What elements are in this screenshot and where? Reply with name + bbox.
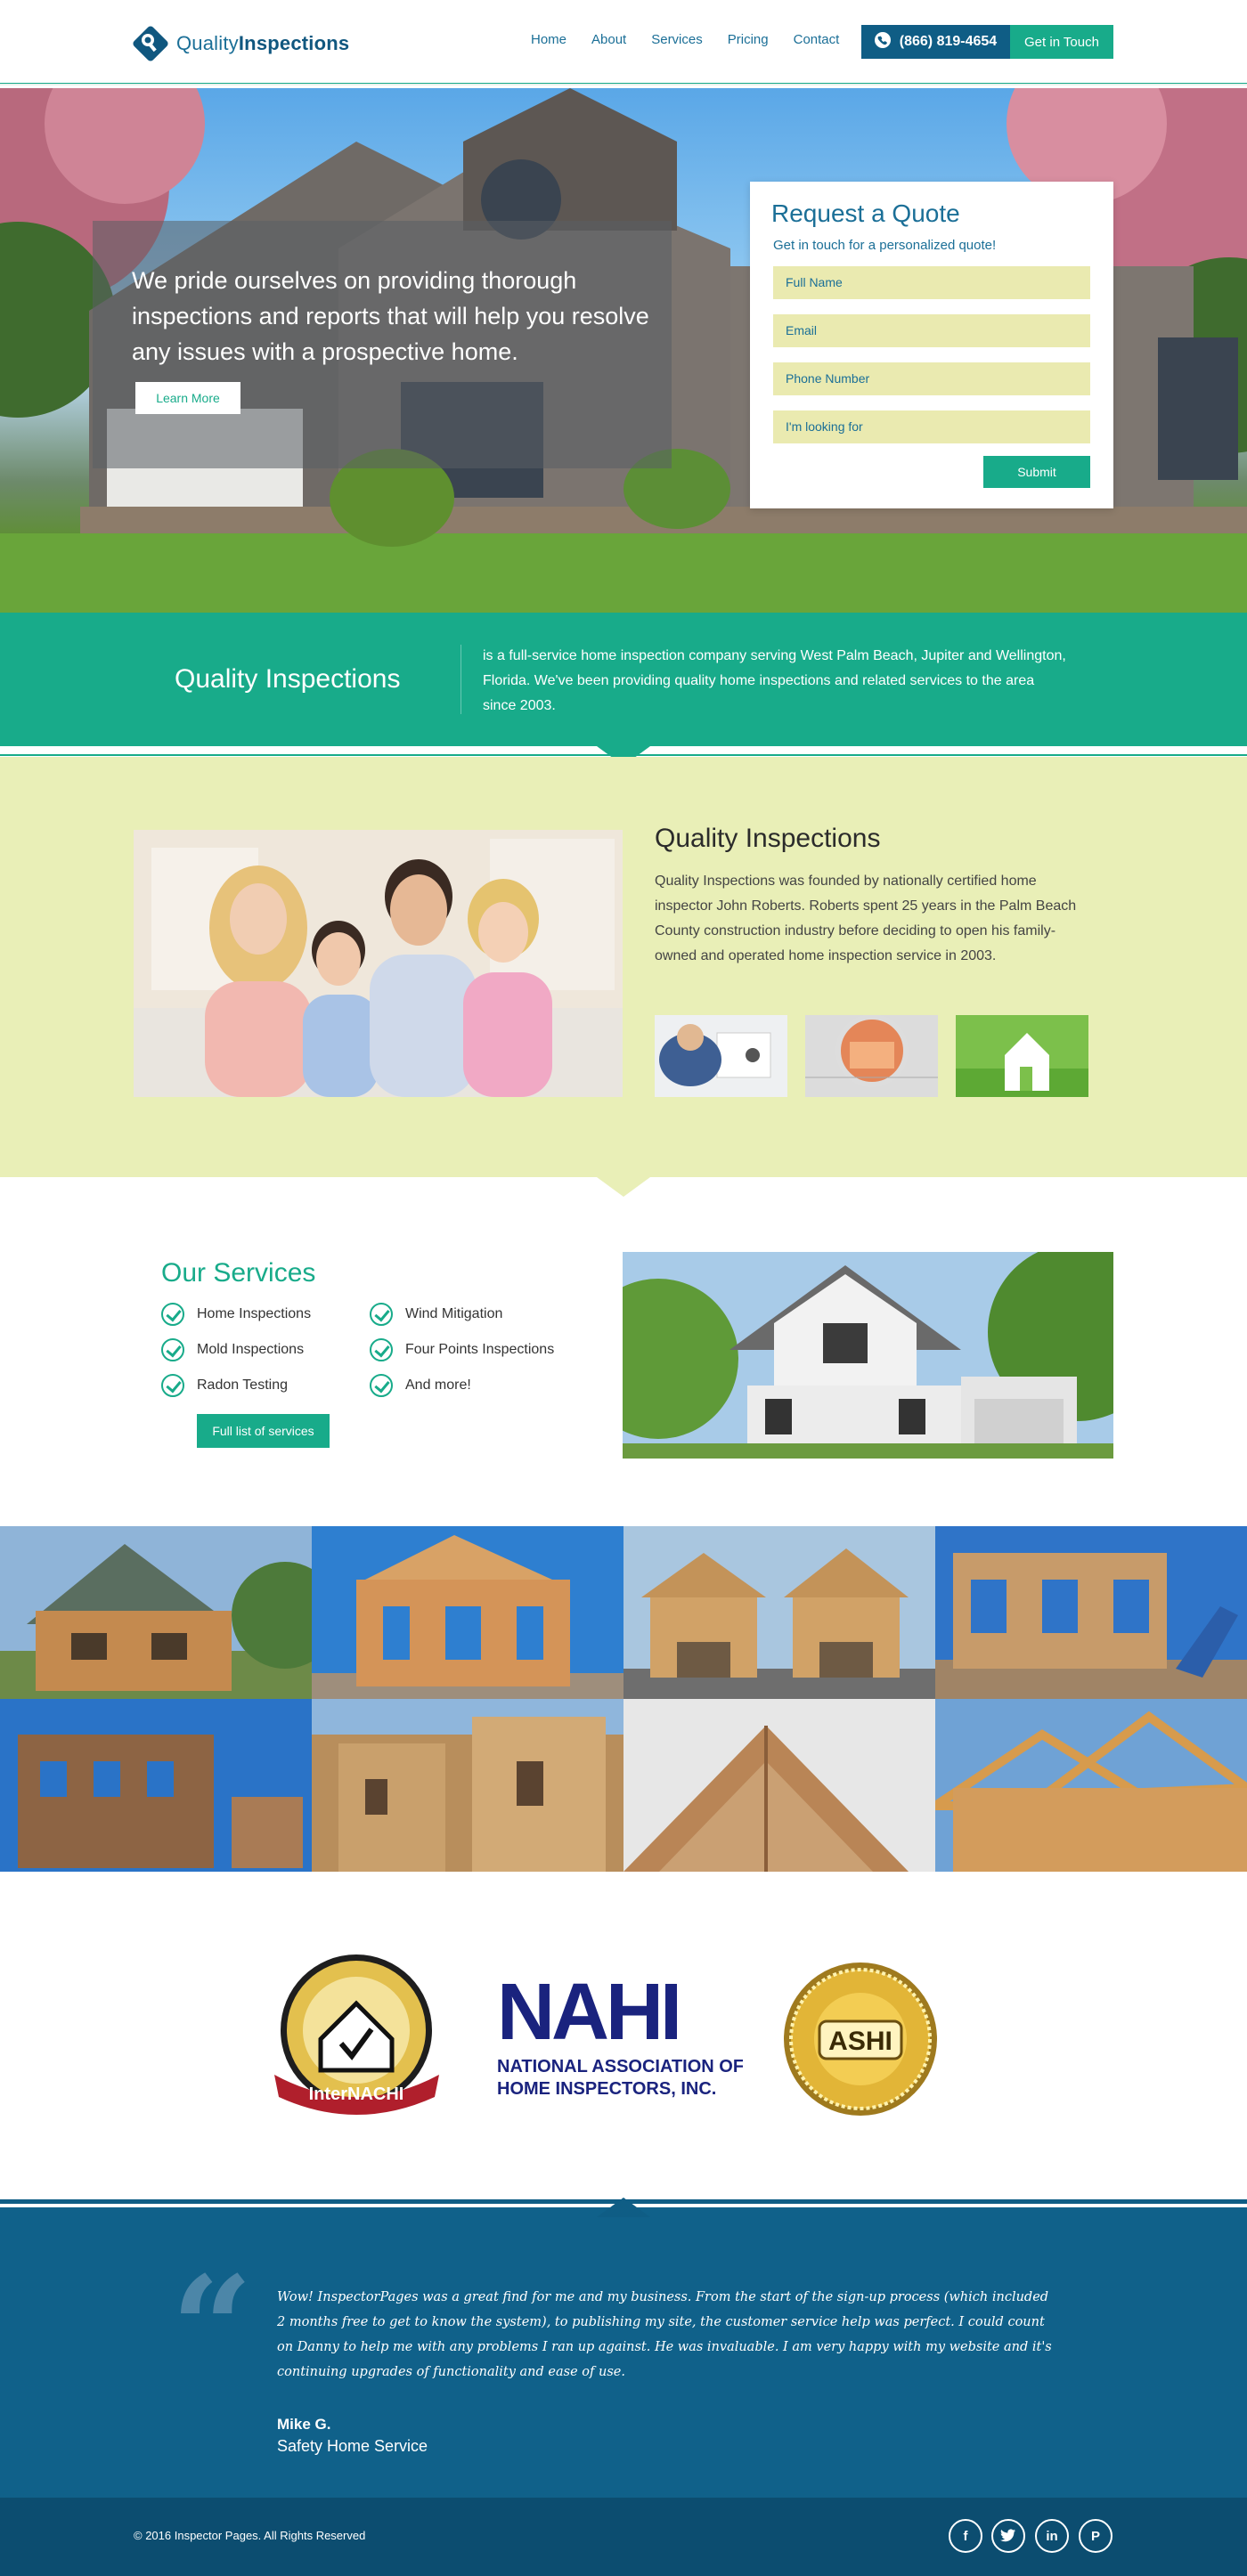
learn-more-button[interactable]: Learn More [135,382,240,414]
nav-pricing[interactable]: Pricing [728,32,769,47]
nav-services[interactable]: Services [651,32,703,47]
ashi-badge: ASHI [782,1961,939,2117]
services-house-photo [623,1252,1113,1459]
facebook-icon[interactable]: f [949,2519,982,2553]
intro-band: Quality Inspections is a full-service ho… [0,613,1247,746]
gallery-photo [624,1526,935,1699]
phone-icon [874,31,891,53]
paper-house-photo [956,1015,1088,1097]
about-notch [597,1177,650,1197]
hero-headline: We pride ourselves on providing thorough… [132,267,649,365]
get-in-touch-button[interactable]: Get in Touch [1010,25,1113,59]
intro-company-name: Quality Inspections [175,664,401,694]
testimonial-company: Safety Home Service [277,2437,428,2455]
about-body: Quality Inspections was founded by natio… [655,874,1077,963]
main-nav: Home About Services Pricing Contact [531,32,864,47]
nav-contact[interactable]: Contact [794,32,840,47]
hero-section: We pride ourselves on providing thorough… [0,88,1247,613]
family-photo [134,830,623,1097]
intro-divider [460,645,461,714]
check-icon [370,1374,393,1397]
phone-field[interactable]: Phone Number [773,362,1090,395]
service-item: Mold Inspections [161,1338,304,1361]
service-item: Radon Testing [161,1374,288,1397]
internachi-badge: InterNACHI [265,1954,448,2118]
twitter-icon[interactable] [991,2519,1025,2553]
gallery-photo [312,1526,624,1699]
logo-mark-icon [132,25,169,62]
gallery-photo [312,1699,624,1872]
inspector-photo [655,1015,787,1097]
service-item: Four Points Inspections [370,1338,554,1361]
magnifier-photo [805,1015,938,1097]
logo-text: QualityInspections [176,32,350,54]
site-header: QualityInspections Home About Services P… [0,0,1247,85]
testimonial-author: Mike G. [277,2416,331,2433]
nahi-line-1: NATIONAL ASSOCIATION OF [497,2057,743,2076]
service-item: Wind Mitigation [370,1303,502,1326]
quote-mark-icon: “ [171,2245,254,2412]
gallery-photo [624,1699,935,1872]
check-icon [161,1338,184,1361]
check-icon [161,1303,184,1326]
about-title: Quality Inspections [655,824,881,853]
phone-button[interactable]: (866) 819-4654 [861,25,1010,59]
nav-about[interactable]: About [591,32,626,47]
nahi-badge: NAHI NATIONAL ASSOCIATION OF HOME INSPEC… [497,1968,744,2103]
quote-form-subtitle: Get in touch for a personalized quote! [773,238,997,253]
service-item: Home Inspections [161,1303,311,1326]
ashi-label: ASHI [828,2027,892,2056]
copyright-text: © 2016 Inspector Pages. All Rights Reser… [134,2529,366,2542]
gallery-photo [0,1526,312,1699]
internachi-label: InterNACHI [309,2084,404,2104]
intro-description: is a full-service home inspection compan… [483,648,1066,713]
check-icon [370,1303,393,1326]
full-services-button[interactable]: Full list of services [197,1414,330,1448]
gallery-photo [0,1699,312,1872]
pinterest-icon[interactable]: P [1079,2519,1113,2553]
testimonial-notch [597,2198,650,2217]
check-icon [161,1374,184,1397]
linkedin-icon[interactable]: in [1035,2519,1069,2553]
nav-home[interactable]: Home [531,32,566,47]
services-title: Our Services [161,1258,316,1288]
quote-form-title: Request a Quote [771,199,960,227]
phone-number: (866) 819-4654 [899,34,998,49]
testimonial-quote: Wow! InspectorPages was a great find for… [277,2290,1052,2379]
gallery-photo [935,1526,1247,1699]
nahi-line-2: HOME INSPECTORS, INC. [497,2079,716,2099]
full-name-field[interactable]: Full Name [773,266,1090,299]
nahi-logo: NAHI [497,1970,679,2057]
service-item: And more! [370,1374,471,1397]
submit-button[interactable]: Submit [983,456,1090,488]
site-logo[interactable]: QualityInspections [132,25,349,62]
check-icon [370,1338,393,1361]
email-field[interactable]: Email [773,314,1090,347]
quote-form: Request a Quote Get in touch for a perso… [750,182,1113,508]
looking-for-field[interactable]: I'm looking for [773,410,1090,443]
gallery-photo [935,1699,1247,1872]
